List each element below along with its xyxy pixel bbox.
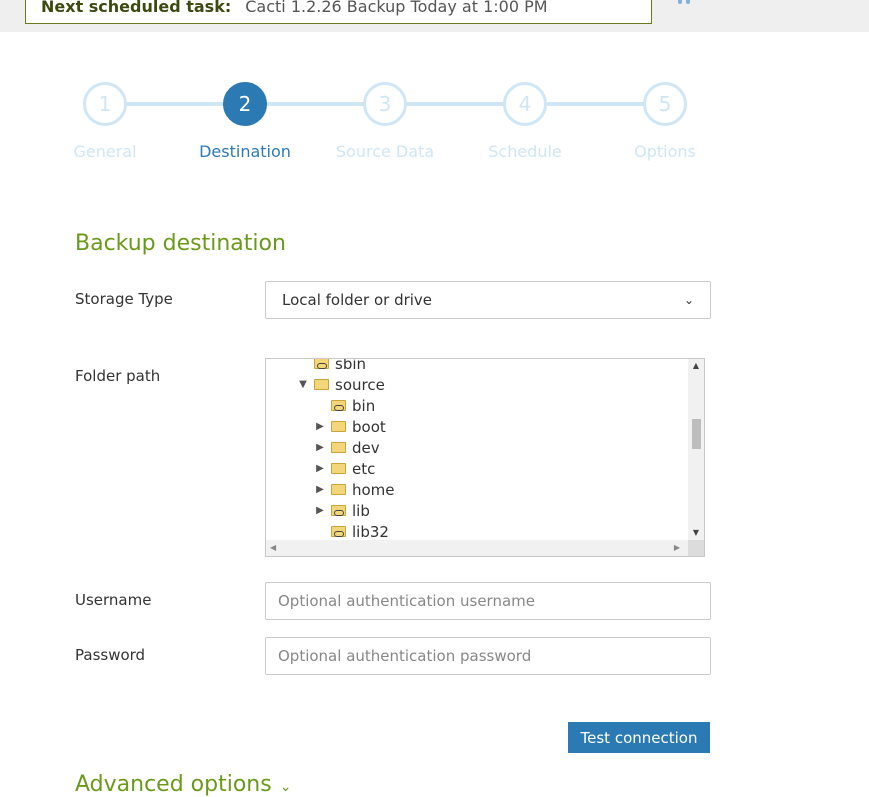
step-label: Destination [199,142,291,161]
next-scheduled-task-banner: Next scheduled task: Cacti 1.2.26 Backup… [25,0,652,24]
tree-node[interactable]: ▶ etc [313,458,375,479]
step-number: 3 [363,82,407,126]
step-destination[interactable]: 2 Destination [175,82,315,161]
tree-node-label: source [335,375,385,394]
tree-node-label: dev [352,438,380,457]
collapse-arrow-icon[interactable]: ▼ [296,379,310,390]
step-label: Options [634,142,696,161]
tree-node[interactable]: ▶ boot [313,416,386,437]
scroll-up-icon[interactable]: ▲ [688,359,704,373]
folder-link-icon [331,526,346,537]
step-label: Source Data [335,142,435,161]
tree-node-label: bin [352,396,376,415]
expand-arrow-icon[interactable]: ▶ [313,505,327,516]
expand-arrow-icon[interactable]: ▶ [313,463,327,474]
test-connection-button[interactable]: Test connection [568,722,710,753]
step-label: Schedule [488,142,562,161]
folder-icon [314,379,329,390]
tree-node[interactable]: ▼ source [296,374,385,395]
scheduled-value[interactable]: Cacti 1.2.26 Backup Today at 1:00 PM [245,0,547,16]
tree-node-label: etc [352,459,376,478]
chevron-down-icon: ⌄ [683,293,694,307]
username-label: Username [75,591,152,609]
folder-icon [331,463,346,474]
scroll-down-icon[interactable]: ▼ [688,526,704,540]
step-general[interactable]: 1 General [35,82,175,161]
tree-node[interactable]: bin [313,395,375,416]
folder-tree[interactable]: sbin ▼ source bin ▶ boot ▶ dev ▶ etc ▶ home ▶ lib lib3… [265,358,705,557]
advanced-options-label: Advanced options [75,772,272,797]
expand-arrow-icon[interactable]: ▶ [313,442,327,453]
tree-node[interactable]: sbin [296,359,366,374]
expand-arrow-icon[interactable]: ▶ [313,484,327,495]
step-number: 2 [223,82,267,126]
horizontal-scrollbar[interactable]: ◀ ▶ [266,540,688,556]
folder-icon [331,421,346,432]
tree-node-label: sbin [335,359,367,373]
folder-link-icon [331,505,346,516]
tree-node[interactable]: ▶ home [313,479,395,500]
folder-icon [331,484,346,495]
step-number: 5 [643,82,687,126]
folder-path-label: Folder path [75,367,161,385]
throttle-icon[interactable] [678,0,690,4]
folder-icon [331,442,346,453]
step-options[interactable]: 5 Options [595,82,735,161]
step-number: 4 [503,82,547,126]
scroll-corner [688,540,704,556]
tree-node-label: lib32 [352,522,389,541]
password-label: Password [75,646,146,664]
tree-node-label: lib [352,501,370,520]
step-number: 1 [83,82,127,126]
step-source-data[interactable]: 3 Source Data [315,82,455,161]
tree-node-label: home [352,480,395,499]
storage-type-select[interactable]: Local folder or drive ⌄ [265,281,711,319]
top-bar: Next scheduled task: Cacti 1.2.26 Backup… [0,0,869,32]
tree-node[interactable]: ▶ dev [313,437,380,458]
scheduled-label: Next scheduled task: [41,0,232,16]
folder-tree-list: sbin ▼ source bin ▶ boot ▶ dev ▶ etc ▶ home ▶ lib lib3… [266,359,688,540]
username-input[interactable] [265,582,711,620]
folder-link-icon [314,359,329,369]
vertical-scrollbar[interactable]: ▲ ▼ [688,359,704,540]
storage-type-value: Local folder or drive [282,291,433,309]
scroll-right-icon[interactable]: ▶ [674,540,680,556]
tree-node[interactable]: lib32 [313,521,389,540]
expand-arrow-icon[interactable]: ▶ [313,421,327,432]
storage-type-label: Storage Type [75,290,173,308]
password-input[interactable] [265,637,711,675]
scroll-left-icon[interactable]: ◀ [270,540,276,556]
chevron-down-icon: ⌄ [279,779,292,795]
folder-link-icon [331,400,346,411]
step-schedule[interactable]: 4 Schedule [455,82,595,161]
advanced-options-toggle[interactable]: Advanced options ⌄ [75,772,291,797]
tree-node-label: boot [352,417,386,436]
section-title: Backup destination [75,231,286,256]
step-label: General [73,142,137,161]
scroll-thumb[interactable] [692,419,701,449]
wizard-steps: 1 General 2 Destination 3 Source Data 4 … [60,82,740,172]
tree-node[interactable]: ▶ lib [313,500,370,521]
